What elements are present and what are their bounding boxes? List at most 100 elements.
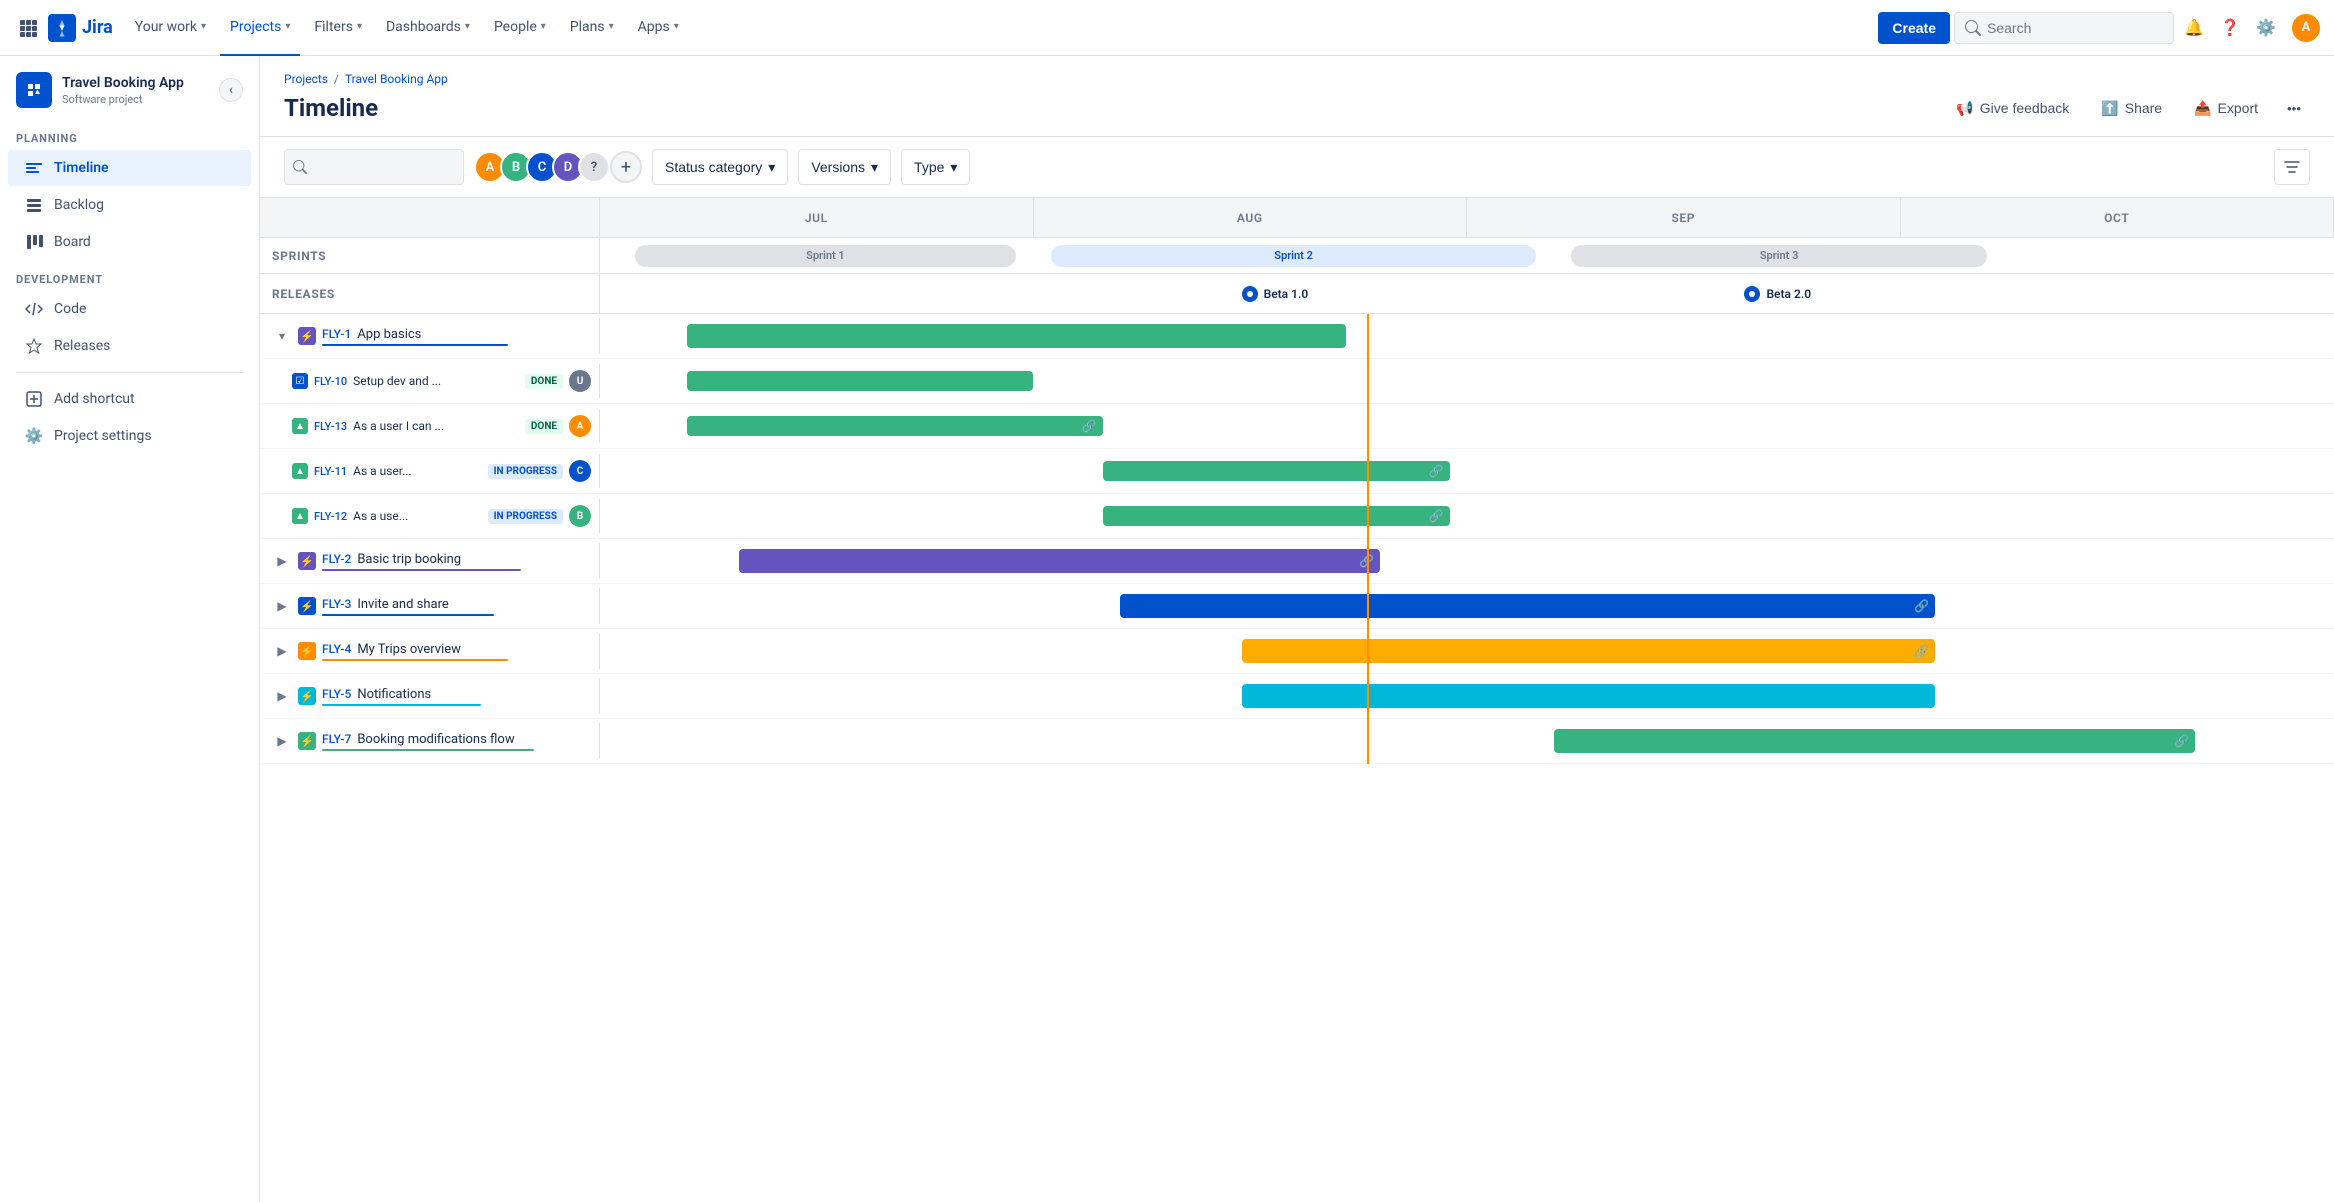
type-filter[interactable]: Type ▾ (901, 149, 970, 185)
nav-apps[interactable]: Apps ▾ (628, 0, 689, 56)
breadcrumb: Projects / Travel Booking App (284, 72, 2310, 86)
expand-fly3-button[interactable]: ▶ (272, 596, 292, 616)
bar-track-fly3: 🔗 (600, 584, 2334, 628)
breadcrumb-projects-link[interactable]: Projects (284, 72, 328, 86)
beta-2-release[interactable]: Beta 2.0 (1744, 286, 1811, 302)
subtask-id-fly10[interactable]: FLY-10 (314, 375, 347, 388)
epic-id-fly7[interactable]: FLY-7 (322, 732, 351, 746)
nav-filters[interactable]: Filters ▾ (304, 0, 372, 56)
beta-1-release[interactable]: Beta 1.0 (1242, 286, 1309, 302)
nav-projects[interactable]: Projects ▾ (220, 0, 300, 56)
sidebar-item-backlog[interactable]: Backlog (8, 187, 251, 223)
nav-plans[interactable]: Plans ▾ (560, 0, 624, 56)
bar-track-fly11: 🔗 (600, 449, 2334, 493)
epic-row-fly2: ▶ ⚡ FLY-2 Basic trip booking (260, 539, 2334, 584)
releases-track: Beta 1.0 Beta 2.0 (600, 274, 2334, 313)
status-inprogress-fly11: IN PROGRESS (488, 464, 563, 479)
bar-fly7[interactable]: 🔗 (1554, 729, 2196, 753)
more-options-button[interactable]: ••• (2278, 92, 2310, 124)
subtask-id-fly11[interactable]: FLY-11 (314, 465, 347, 478)
epic-id-fly2[interactable]: FLY-2 (322, 552, 351, 566)
epic-id-fly1[interactable]: FLY-1 (322, 327, 351, 341)
nav-dashboards[interactable]: Dashboards ▾ (376, 0, 480, 56)
timeline-search-box[interactable] (284, 149, 464, 185)
epic-row-fly3: ▶ ⚡ FLY-3 Invite and share (260, 584, 2334, 629)
status-category-filter[interactable]: Status category ▾ (652, 149, 788, 185)
create-button[interactable]: Create (1878, 12, 1950, 44)
bar-fly3[interactable]: 🔗 (1120, 594, 1935, 618)
sprint-2-pill[interactable]: Sprint 2 (1051, 245, 1537, 267)
timeline-toolbar: A B C D ? + Status category ▾ Versions ▾… (260, 137, 2334, 198)
timeline-search-input[interactable] (313, 159, 443, 175)
bar-fly10[interactable] (687, 371, 1034, 391)
bar-fly5[interactable] (1242, 684, 1936, 708)
avatar-5[interactable]: ? (578, 151, 610, 183)
bar-track-fly4: 🔗 (600, 629, 2334, 673)
sprint-3-pill[interactable]: Sprint 3 (1571, 245, 1987, 267)
status-done-fly10: DONE (525, 374, 563, 389)
share-button[interactable]: ⬆️ Share (2089, 94, 2174, 123)
sidebar-item-releases[interactable]: Releases (8, 328, 251, 364)
chevron-down-icon: ▾ (674, 21, 679, 32)
main-content: Projects / Travel Booking App Timeline 📢… (260, 56, 2334, 1202)
search-input[interactable] (1987, 20, 2147, 36)
add-person-button[interactable]: + (610, 151, 642, 183)
bar-fly11[interactable]: 🔗 (1103, 461, 1450, 481)
epic-icon-fly1: ⚡ (298, 327, 316, 345)
feedback-icon: 📢 (1956, 100, 1973, 117)
grid-menu-icon[interactable] (12, 12, 44, 44)
collapse-sidebar-button[interactable]: ‹ (219, 78, 243, 102)
month-oct: OCT (1901, 198, 2334, 237)
sprint-track: Sprint 1 Sprint 2 Sprint 3 (600, 238, 2334, 273)
sidebar-item-code[interactable]: Code (8, 291, 251, 327)
jira-logo[interactable]: Jira (48, 14, 113, 42)
epic-id-fly4[interactable]: FLY-4 (322, 642, 351, 656)
bar-fly4[interactable]: 🔗 (1242, 639, 1936, 663)
sidebar-item-board[interactable]: Board (8, 224, 251, 260)
breadcrumb-app-link[interactable]: Travel Booking App (345, 72, 448, 86)
status-done-fly13: DONE (525, 419, 563, 434)
user-avatar[interactable]: A (2290, 12, 2322, 44)
bar-track-fly2: 🔗 (600, 539, 2334, 583)
link-icon: 🔗 (1914, 644, 1929, 658)
avatar-fly10: U (569, 370, 591, 392)
epic-id-fly5[interactable]: FLY-5 (322, 687, 351, 701)
epic-name-fly5: Notifications (357, 687, 587, 702)
epic-id-fly3[interactable]: FLY-3 (322, 597, 351, 611)
search-icon (293, 160, 307, 174)
project-icon (16, 72, 52, 108)
subtask-id-fly12[interactable]: FLY-12 (314, 510, 347, 523)
expand-fly2-button[interactable]: ▶ (272, 551, 292, 571)
sidebar-item-project-settings[interactable]: ⚙️ Project settings (8, 418, 251, 454)
bar-fly12[interactable]: 🔗 (1103, 506, 1450, 526)
link-icon: 🔗 (1082, 419, 1097, 433)
sidebar-item-add-shortcut[interactable]: Add shortcut (8, 381, 251, 417)
epic-name-fly1: App basics (357, 327, 587, 342)
code-icon (24, 299, 44, 319)
sidebar-item-timeline[interactable]: Timeline (8, 150, 251, 186)
settings-icon[interactable]: ⚙️ (2250, 12, 2282, 44)
expand-fly7-button[interactable]: ▶ (272, 731, 292, 751)
search-bar[interactable] (1954, 12, 2174, 44)
bar-fly1[interactable] (687, 324, 1346, 348)
give-feedback-button[interactable]: 📢 Give feedback (1944, 94, 2081, 123)
export-button[interactable]: 📤 Export (2182, 94, 2270, 123)
view-settings-button[interactable] (2274, 149, 2310, 185)
expand-fly4-button[interactable]: ▶ (272, 641, 292, 661)
month-sep: SEP (1467, 198, 1901, 237)
timeline-grid: JUL AUG SEP OCT Sprints Sprint 1 Sprint … (260, 198, 2334, 764)
releases-label: Releases (260, 274, 600, 313)
notifications-icon[interactable]: 🔔 (2178, 12, 2210, 44)
subtask-id-fly13[interactable]: FLY-13 (314, 420, 347, 433)
expand-fly1-button[interactable]: ▾ (272, 326, 292, 346)
nav-your-work[interactable]: Your work ▾ (125, 0, 216, 56)
timeline-body: ▾ ⚡ FLY-1 App basics (260, 314, 2334, 764)
sprint-1-pill[interactable]: Sprint 1 (635, 245, 1016, 267)
bar-fly2[interactable]: 🔗 (739, 549, 1381, 573)
nav-people[interactable]: People ▾ (484, 0, 556, 56)
help-icon[interactable]: ❓ (2214, 12, 2246, 44)
expand-fly5-button[interactable]: ▶ (272, 686, 292, 706)
bar-fly13[interactable]: 🔗 (687, 416, 1103, 436)
versions-filter[interactable]: Versions ▾ (798, 149, 891, 185)
project-settings-icon: ⚙️ (24, 426, 44, 446)
